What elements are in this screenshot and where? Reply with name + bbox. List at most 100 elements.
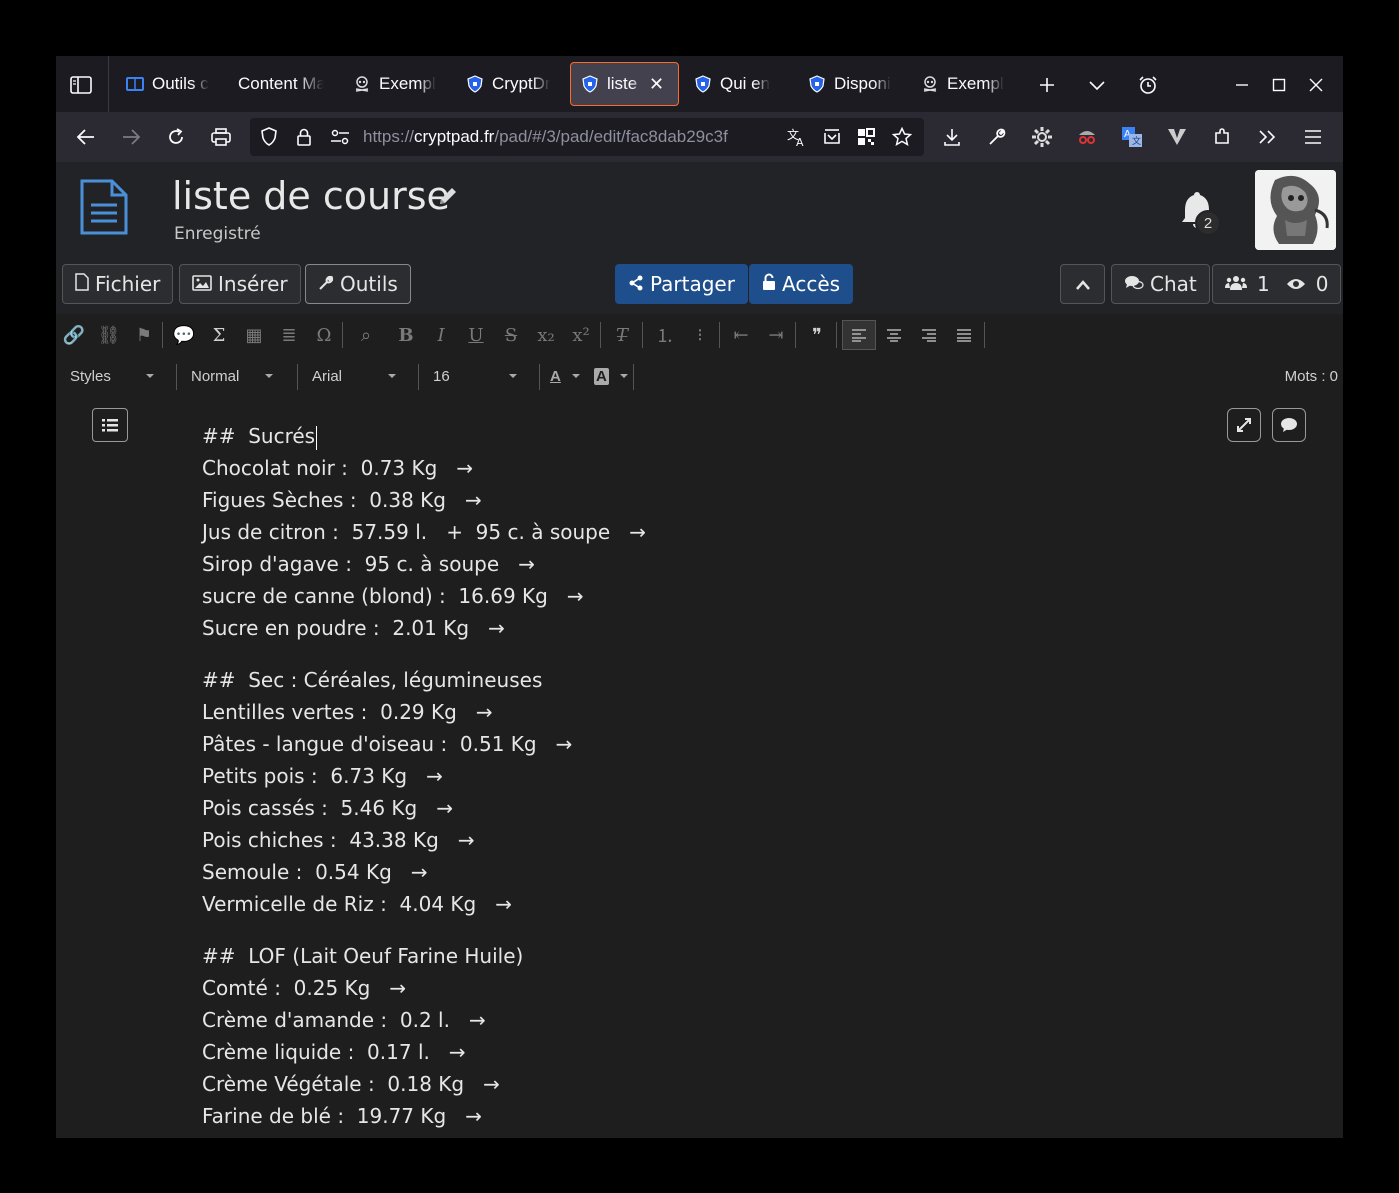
bulleted-list-icon[interactable]: ⁝ [687,324,713,346]
tab-liste-de-course[interactable]: liste c ✕ [570,62,679,106]
users-button[interactable]: 1 0 [1212,264,1342,304]
list-item[interactable]: Farine de teff : 5.5 Kg → [202,1132,1102,1138]
printer-icon[interactable] [206,122,236,152]
underline-icon[interactable]: U [463,324,489,346]
strikethrough-icon[interactable]: S [498,324,524,346]
clear-format-icon[interactable]: T̶ [609,324,635,346]
table-icon[interactable]: ▦ [241,324,267,346]
close-window-icon[interactable] [1301,70,1331,100]
hamburger-menu-icon[interactable] [1298,122,1328,152]
reload-icon[interactable] [161,122,191,152]
bold-icon[interactable]: B [393,324,419,346]
alarm-clock-icon[interactable] [1133,70,1163,100]
list-item[interactable]: Sucre en poudre : 2.01 Kg → [202,612,1102,644]
align-justify-icon[interactable] [951,324,977,346]
url-text[interactable]: https://cryptpad.fr/pad/#/3/pad/edit/fac… [363,127,783,147]
tab-content-manager[interactable]: Content Ma [228,62,334,106]
translate-extension-icon[interactable]: A文 [1117,122,1147,152]
numbered-list-icon[interactable]: ⒈ [652,324,678,347]
tab-disponible[interactable]: Disponi [798,62,902,106]
list-item[interactable]: Crème liquide : 0.17 l. → [202,1036,1102,1068]
list-item[interactable]: Farine de blé : 19.77 Kg → [202,1100,1102,1132]
close-icon[interactable]: ✕ [649,74,664,95]
list-item[interactable]: Pois chiches : 43.38 Kg → [202,824,1102,856]
italic-icon[interactable]: I [428,324,454,346]
qr-code-icon[interactable] [856,127,876,152]
subscript-icon[interactable]: x₂ [533,324,559,346]
avatar[interactable] [1255,170,1336,250]
chevron-down-icon[interactable] [1082,70,1112,100]
list-item[interactable]: Jus de citron : 57.59 l. + 95 c. à soupe… [202,516,1102,548]
text-color-button[interactable]: A [550,362,580,390]
tab-cryptdrive[interactable]: CryptDr [456,62,560,106]
wrench-icon[interactable] [982,122,1012,152]
spy-extension-icon[interactable] [1072,122,1102,152]
save-to-pocket-icon[interactable] [822,127,842,152]
list-item[interactable]: Lentilles vertes : 0.29 Kg → [202,696,1102,728]
expand-icon[interactable] [1227,408,1261,442]
vivaldi-v-icon[interactable] [1162,122,1192,152]
more-tools-chevron-icon[interactable] [1252,122,1282,152]
tab-outils[interactable]: Outils c [116,62,220,106]
list-item[interactable]: Vermicelle de Riz : 4.04 Kg → [202,888,1102,920]
blockquote-icon[interactable]: ❞ [804,324,830,346]
list-item[interactable]: Petits pois : 6.73 Kg → [202,760,1102,792]
lock-icon[interactable] [296,127,312,152]
size-dropdown[interactable]: 16 [433,362,517,390]
section-heading[interactable]: ## LOF (Lait Oeuf Farine Huile) [202,940,1102,972]
styles-dropdown[interactable]: Styles [70,362,154,390]
tab-qui-en[interactable]: Qui en [684,62,788,106]
comment-bubble-icon[interactable] [1272,408,1306,442]
gear-icon[interactable] [1027,122,1057,152]
permissions-icon[interactable] [330,128,350,151]
outdent-icon[interactable]: ⇤ [728,324,754,346]
list-item[interactable]: Chocolat noir : 0.73 Kg → [202,452,1102,484]
list-item[interactable]: Crème d'amande : 0.2 l. → [202,1004,1102,1036]
comment-icon[interactable]: 💬 [171,324,197,346]
list-item[interactable]: Pois cassés : 5.46 Kg → [202,792,1102,824]
list-item[interactable]: Pâtes - langue d'oiseau : 0.51 Kg → [202,728,1102,760]
list-item[interactable]: Crème Végétale : 0.18 Kg → [202,1068,1102,1100]
math-sigma-icon[interactable]: Σ [206,324,232,346]
special-char-omega-icon[interactable]: Ω [311,324,337,346]
align-center-icon[interactable] [881,324,907,346]
sidebar-toggle-icon[interactable] [64,72,98,98]
document-body[interactable]: ## Sucrés Chocolat noir : 0.73 Kg → Figues… [202,420,1102,1138]
pencil-edit-icon[interactable] [436,184,460,213]
download-icon[interactable] [937,122,967,152]
minimize-icon[interactable] [1227,70,1257,100]
unlink-icon[interactable]: ⛓ [96,324,122,346]
section-heading[interactable]: ## Sec : Céréales, légumineuses [202,664,1102,696]
tools-menu-button[interactable]: Outils [305,264,411,304]
shield-outline-icon[interactable] [260,127,278,152]
format-dropdown[interactable]: Normal [191,362,273,390]
back-arrow-icon[interactable] [71,122,101,152]
url-bar[interactable]: https://cryptpad.fr/pad/#/3/pad/edit/fac… [250,118,924,156]
list-item[interactable]: Comté : 0.25 Kg → [202,972,1102,1004]
list-item[interactable]: Semoule : 0.54 Kg → [202,856,1102,888]
horizontal-rule-icon[interactable]: ≣ [276,324,302,346]
list-item[interactable]: sucre de canne (blond) : 16.69 Kg → [202,580,1102,612]
forward-arrow-icon[interactable] [116,122,146,152]
indent-icon[interactable]: ⇥ [763,324,789,346]
collapse-toolbar-button[interactable] [1060,264,1105,304]
section-heading[interactable]: ## Sucrés [202,420,1102,452]
font-dropdown[interactable]: Arial [312,362,396,390]
tab-exemple[interactable]: Exempl [343,62,447,106]
list-item[interactable]: Figues Sèches : 0.38 Kg → [202,484,1102,516]
align-right-icon[interactable] [916,324,942,346]
superscript-icon[interactable]: x² [568,324,594,346]
puzzle-extension-icon[interactable] [1207,122,1237,152]
maximize-icon[interactable] [1264,70,1294,100]
list-item[interactable]: Sirop d'agave : 95 c. à soupe → [202,548,1102,580]
star-bookmark-icon[interactable] [891,126,913,152]
document-title[interactable]: liste de course [172,174,450,218]
file-menu-button[interactable]: Fichier [62,264,174,304]
chat-button[interactable]: Chat [1111,264,1210,304]
outline-list-icon[interactable] [92,408,128,442]
insert-menu-button[interactable]: Insérer [179,264,301,304]
access-button[interactable]: Accès [749,264,854,304]
anchor-flag-icon[interactable]: ⚑ [131,324,157,346]
background-color-button[interactable]: A [594,362,628,390]
preview-icon[interactable]: ⌕ [353,324,379,346]
